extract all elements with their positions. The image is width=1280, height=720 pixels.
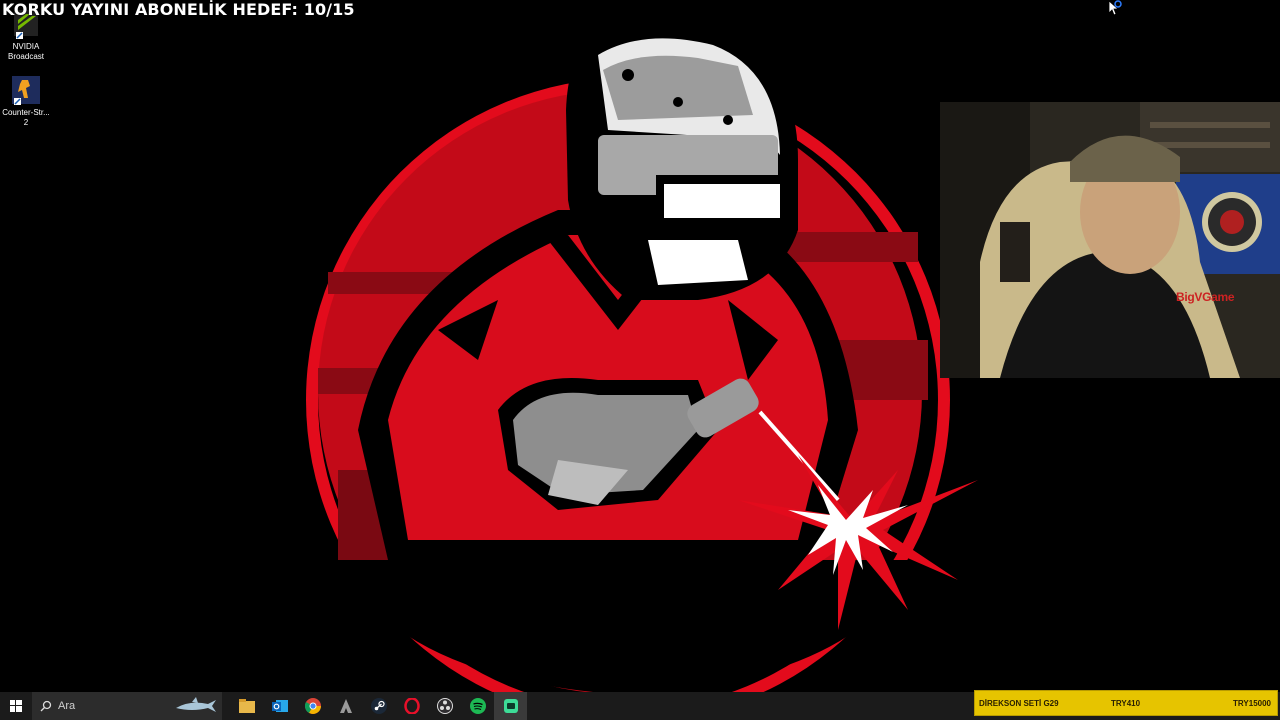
taskbar-app[interactable] — [329, 692, 362, 720]
start-button[interactable] — [0, 692, 32, 720]
search-icon — [40, 700, 52, 712]
ticker-current-amount: TRY410 — [1111, 698, 1141, 708]
taskbar-spotify[interactable] — [461, 692, 494, 720]
opera-gx-icon — [403, 698, 420, 714]
welder-mascot-logo — [306, 22, 978, 695]
taskbar-file-explorer[interactable] — [230, 692, 263, 720]
taskbar-obs[interactable] — [428, 692, 461, 720]
ticker-target-amount: TRY15000 — [1233, 698, 1271, 708]
app-icon-active — [503, 699, 518, 713]
file-explorer-icon — [238, 699, 255, 713]
desktop-icon-counter-strike-2[interactable]: Counter-Str... 2 — [0, 74, 52, 128]
desktop-icon-label: Counter-Str... 2 — [2, 108, 50, 127]
ticker-goal-item: DİREKSON SETİ G29 — [979, 698, 1059, 708]
chrome-icon — [304, 698, 321, 714]
search-placeholder: Ara — [58, 700, 76, 712]
donation-goal-ticker: DİREKSON SETİ G29 TRY410 TRY15000 — [974, 690, 1278, 716]
counter-strike-icon — [10, 74, 42, 106]
taskbar-opera-gx[interactable] — [395, 692, 428, 720]
steam-icon — [370, 698, 387, 714]
webcam-feed — [940, 102, 1280, 378]
taskbar-search-box[interactable]: Ara — [32, 692, 222, 720]
windows-icon — [10, 700, 22, 712]
outlook-icon — [271, 700, 288, 712]
shark-search-highlight-icon — [176, 697, 216, 712]
desktop: KORKU YAYINI ABONELİK HEDEF: 10/15 NVIDI… — [0, 0, 1280, 720]
taskbar-chrome[interactable] — [296, 692, 329, 720]
taskbar-steam[interactable] — [362, 692, 395, 720]
obs-icon — [436, 698, 453, 714]
taskbar-active-app[interactable] — [494, 692, 527, 720]
taskbar-outlook[interactable] — [263, 692, 296, 720]
app-icon — [339, 699, 352, 713]
webcam-watermark: BigVGame — [1176, 290, 1235, 304]
desktop-icon-label: NVIDIA Broadcast — [7, 42, 45, 61]
subscriber-goal-overlay: KORKU YAYINI ABONELİK HEDEF: 10/15 — [2, 0, 355, 19]
mouse-cursor-icon — [1108, 0, 1122, 16]
spotify-icon — [469, 698, 486, 714]
